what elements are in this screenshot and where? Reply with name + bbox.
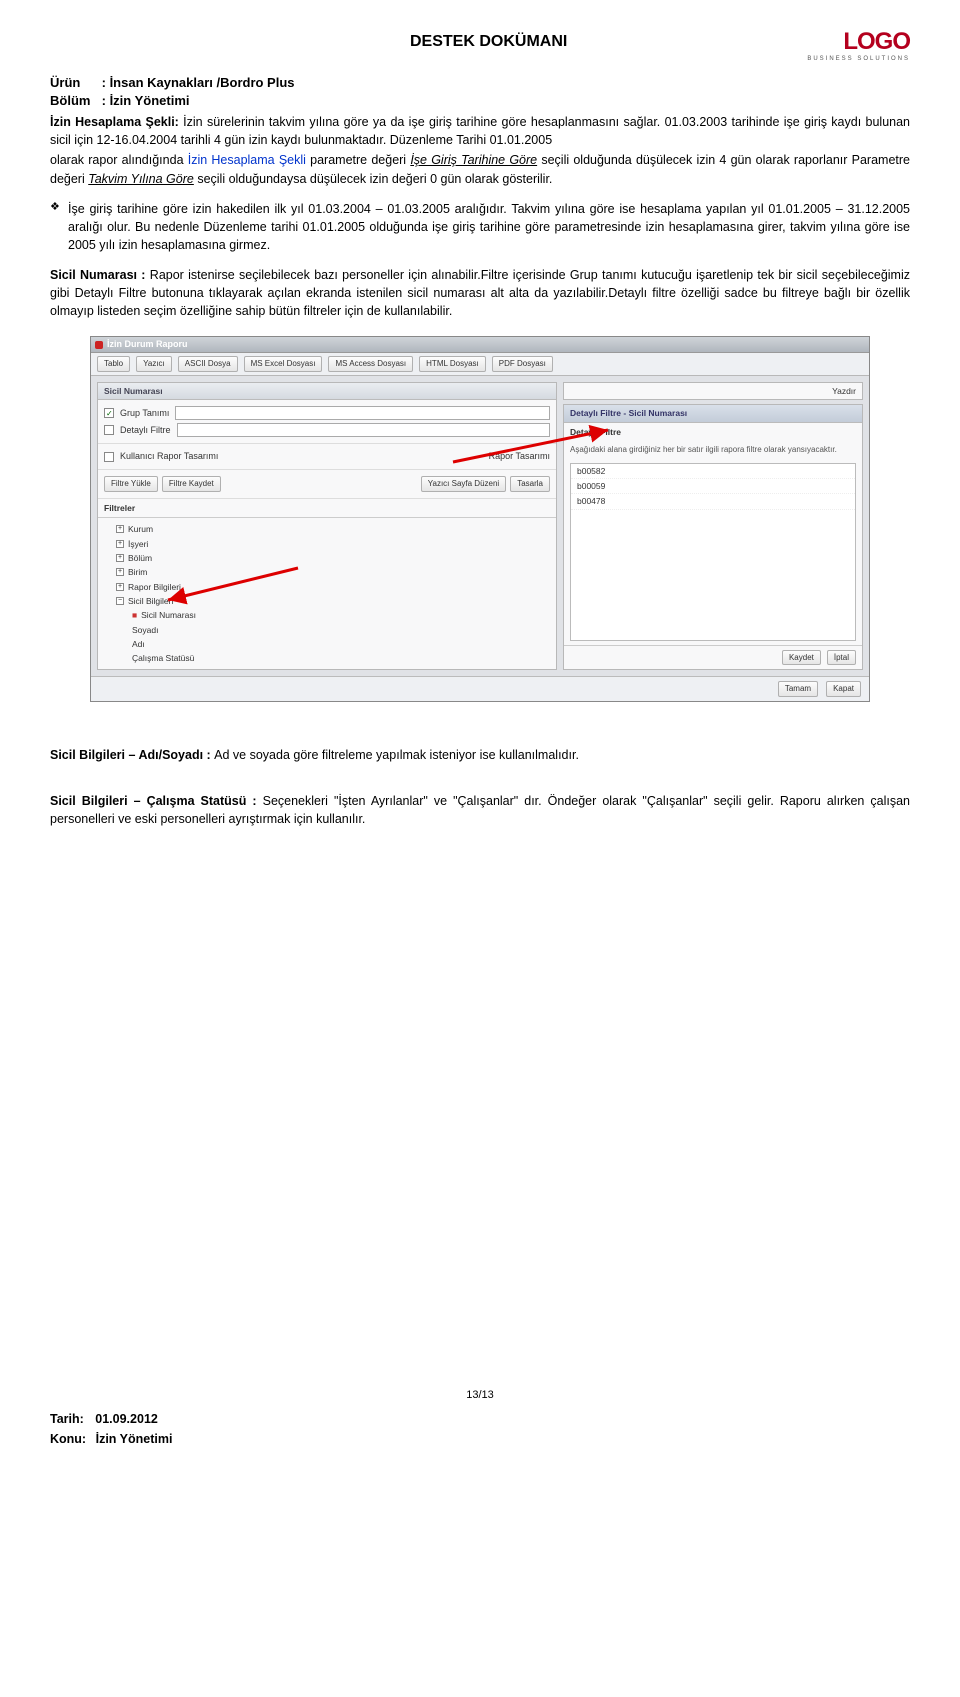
tree-item[interactable]: + Kurum — [106, 522, 548, 536]
para2-u2: Takvim Yılına Göre — [88, 172, 194, 186]
export-toolbar: Tablo Yazıcı ASCII Dosya MS Excel Dosyas… — [91, 353, 869, 376]
bullet-paragraph: İşe giriş tarihine göre izin hakedilen i… — [50, 200, 910, 254]
expand-icon[interactable]: + — [116, 554, 124, 562]
list-item[interactable]: b00059 — [571, 479, 855, 494]
yazici-sayfa-button[interactable]: Yazıcı Sayfa Düzeni — [421, 476, 506, 492]
export-pdf-button[interactable]: PDF Dosyası — [492, 356, 553, 372]
brand-tagline: BUSINESS SOLUTIONS — [807, 55, 910, 64]
expand-icon[interactable]: + — [116, 525, 124, 533]
footer-tarih-label: Tarih: — [50, 1412, 84, 1426]
grup-tanimi-label: Grup Tanımı — [120, 407, 169, 420]
sicil-statu-label: Sicil Bilgileri – Çalışma Statüsü : — [50, 794, 263, 808]
list-item[interactable]: b00478 — [571, 494, 855, 509]
expand-icon[interactable]: + — [116, 583, 124, 591]
detayli-filtre-label: Detaylı Filtre — [120, 424, 171, 437]
grup-tanimi-checkbox[interactable] — [104, 408, 114, 418]
export-html-button[interactable]: HTML Dosyası — [419, 356, 486, 372]
footer-konu-label: Konu: — [50, 1432, 86, 1446]
grup-tanimi-input[interactable] — [175, 406, 550, 420]
tree-sublabel: Adı — [132, 638, 145, 650]
export-ascii-button[interactable]: ASCII Dosya — [178, 356, 238, 372]
yazdir-label[interactable]: Yazdır — [563, 382, 863, 400]
para2-t1: olarak rapor alındığında — [50, 153, 188, 167]
tree-label: İşyeri — [128, 538, 148, 550]
tree-subitem[interactable]: Soyadı — [106, 623, 548, 637]
tree-subitem-sicil-numarasi[interactable]: ■Sicil Numarası — [106, 608, 548, 622]
tree-label: Bölüm — [128, 552, 152, 564]
collapse-icon[interactable]: − — [116, 597, 124, 605]
bolum-label: Bölüm — [50, 92, 98, 111]
detay-panel-title: Detaylı Filtre - Sicil Numarası — [564, 405, 862, 422]
para2-t2: parametre değeri — [306, 153, 410, 167]
filtre-kaydet-button[interactable]: Filtre Kaydet — [162, 476, 221, 492]
detayli-filtre-input[interactable] — [177, 423, 550, 437]
expand-icon[interactable]: + — [116, 568, 124, 576]
detayli-filtre-checkbox[interactable] — [104, 425, 114, 435]
kapat-button[interactable]: Kapat — [826, 681, 861, 697]
tree-item[interactable]: + Birim — [106, 565, 548, 579]
sicil-adsoyad-label: Sicil Bilgileri – Adı/Soyadı : — [50, 748, 214, 762]
window-title: İzin Durum Raporu — [107, 338, 188, 351]
bolum-value: : İzin Yönetimi — [102, 93, 190, 108]
tree-sublabel: Çalışma Statüsü — [132, 652, 194, 664]
para2-u1: İşe Giriş Tarihine Göre — [410, 153, 537, 167]
tree-label: Rapor Bilgileri — [128, 581, 181, 593]
list-item[interactable]: b00582 — [571, 464, 855, 479]
tree-item[interactable]: −Sicil Bilgileri — [106, 594, 548, 608]
tree-sublabel: Sicil Numarası — [141, 609, 196, 621]
detay-description: Aşağıdaki alana girdiğiniz her bir satır… — [564, 441, 862, 459]
rapor-tasarim-label: Rapor Tasarımı — [489, 450, 550, 463]
kr-tasarim-checkbox[interactable] — [104, 452, 114, 462]
sicil-numarasi-label: Sicil Numarası : — [50, 268, 150, 282]
tree-item[interactable]: + Bölüm — [106, 551, 548, 565]
export-tablo-button[interactable]: Tablo — [97, 356, 130, 372]
tree-subitem[interactable]: Adı — [106, 637, 548, 651]
sicil-adsoyad-text: Ad ve soyada göre filtreleme yapılmak is… — [214, 748, 579, 762]
left-panel-title: Sicil Numarası — [98, 383, 556, 400]
footer-konu-value: İzin Yönetimi — [96, 1432, 173, 1446]
page-number: 13/13 — [50, 1388, 910, 1404]
kr-tasarim-label: Kullanıcı Rapor Tasarımı — [120, 450, 218, 463]
izin-hesaplama-sekli-label: İzin Hesaplama Şekli: — [50, 115, 179, 129]
tree-label: Birim — [128, 566, 147, 578]
sicil-numarasi-text: Rapor istenirse seçilebilecek bazı perso… — [50, 268, 910, 318]
iptal-button[interactable]: İptal — [827, 650, 856, 666]
tasarla-button[interactable]: Tasarla — [510, 476, 550, 492]
tree-label: Sicil Bilgileri — [128, 595, 173, 607]
kaydet-button[interactable]: Kaydet — [782, 650, 821, 666]
export-access-button[interactable]: MS Access Dosyası — [328, 356, 413, 372]
tree-item[interactable]: + Rapor Bilgileri — [106, 580, 548, 594]
document-title: DESTEK DOKÜMANI — [170, 30, 807, 53]
urun-label: Ürün — [50, 74, 98, 93]
filtre-yukle-button[interactable]: Filtre Yükle — [104, 476, 158, 492]
tamam-button[interactable]: Tamam — [778, 681, 818, 697]
filter-tree: + Kurum + İşyeri + Bölüm + Birim + Rapor Bilg… — [98, 518, 556, 669]
urun-value: : İnsan Kaynakları /Bordro Plus — [102, 75, 295, 90]
tree-label: Kurum — [128, 523, 153, 535]
expand-icon[interactable]: + — [116, 540, 124, 548]
para1-text: İzin sürelerinin takvim yılına göre ya d… — [50, 115, 910, 147]
para2-blue: İzin Hesaplama Şekli — [188, 153, 306, 167]
filtreler-header: Filtreler — [98, 499, 556, 518]
tree-item[interactable]: + İşyeri — [106, 537, 548, 551]
window-titlebar: İzin Durum Raporu — [91, 337, 869, 353]
app-screenshot: İzin Durum Raporu Tablo Yazıcı ASCII Dos… — [90, 336, 870, 702]
sicil-list[interactable]: b00582 b00059 b00478 — [570, 463, 856, 641]
export-yazici-button[interactable]: Yazıcı — [136, 356, 172, 372]
export-excel-button[interactable]: MS Excel Dosyası — [244, 356, 323, 372]
tree-sublabel: Soyadı — [132, 624, 158, 636]
tree-subitem[interactable]: Çalışma Statüsü — [106, 651, 548, 665]
detay-bold-label: Detaylı Filtre — [564, 423, 862, 441]
brand-logo: LOGO — [843, 28, 910, 55]
window-icon — [95, 341, 103, 349]
footer-tarih-value: 01.09.2012 — [95, 1412, 158, 1426]
para2-t4: seçili olduğundaysa düşülecek izin değer… — [194, 172, 553, 186]
